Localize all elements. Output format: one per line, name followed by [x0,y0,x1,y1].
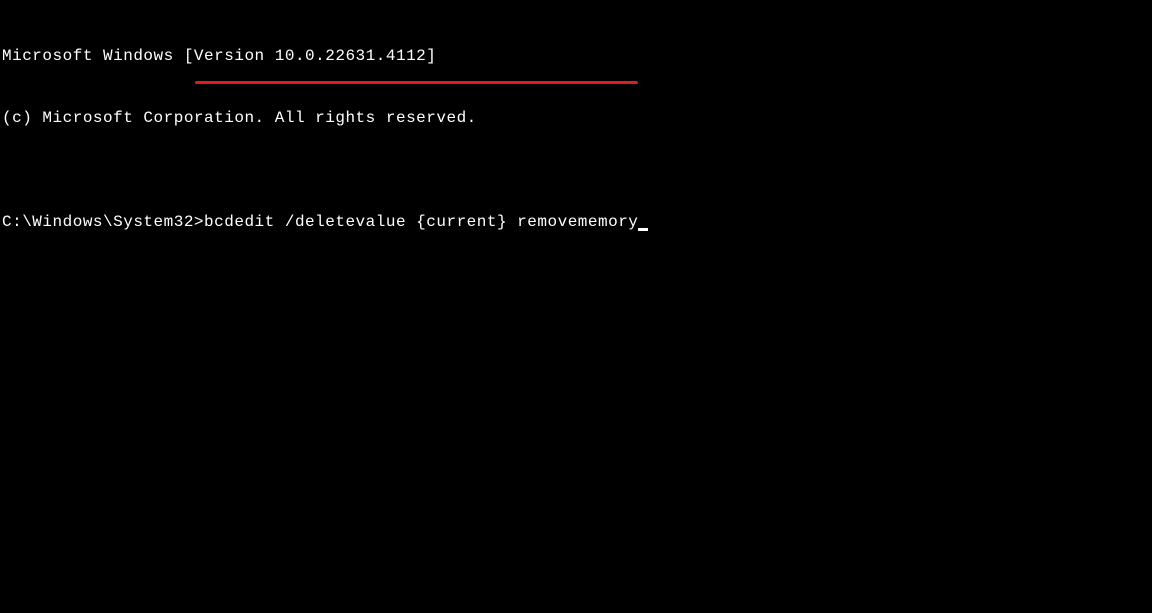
command-text: bcdedit /deletevalue {current} removemem… [204,213,638,231]
annotation-underline [195,81,638,84]
terminal-output[interactable]: Microsoft Windows [Version 10.0.22631.41… [2,4,1150,254]
cursor-icon [638,228,648,231]
prompt-text: C:\Windows\System32> [2,213,204,231]
banner-line-1: Microsoft Windows [Version 10.0.22631.41… [2,46,1150,67]
prompt-line[interactable]: C:\Windows\System32>bcdedit /deletevalue… [2,212,1150,233]
banner-line-2: (c) Microsoft Corporation. All rights re… [2,108,1150,129]
